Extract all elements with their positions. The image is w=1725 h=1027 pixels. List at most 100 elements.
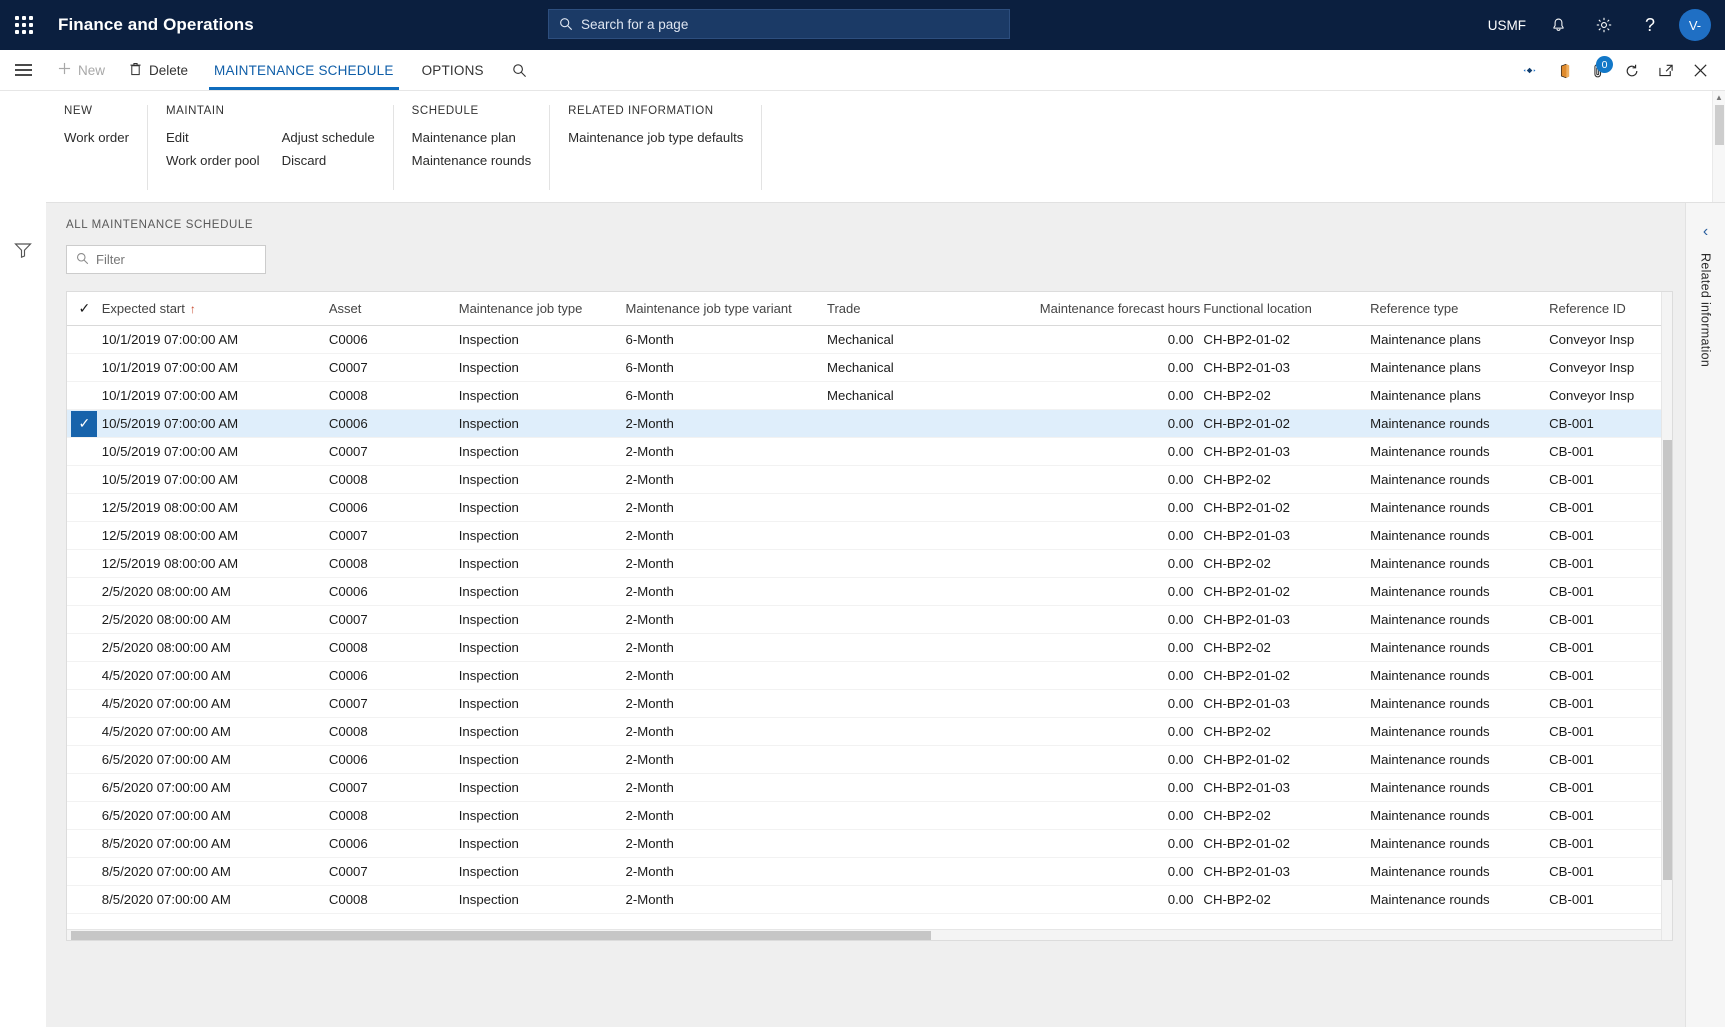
delete-button[interactable]: Delete [117, 50, 200, 90]
ribbon-item-adjust-schedule[interactable]: Adjust schedule [282, 130, 375, 145]
table-row[interactable]: 2/5/2020 08:00:00 AM C0008 Inspection 2-Mon… [67, 633, 1672, 662]
table-row[interactable]: 8/5/2020 07:00:00 AM C0006 Inspection 2-Mon… [67, 829, 1672, 858]
table-row[interactable]: 10/1/2019 07:00:00 AM C0006 Inspection 6-Mo… [67, 325, 1672, 354]
table-row[interactable]: 10/1/2019 07:00:00 AM C0007 Inspection 6-Mo… [67, 353, 1672, 382]
office-app-icon[interactable] [1547, 50, 1581, 91]
row-select-checkbox[interactable] [67, 745, 102, 774]
column-header-maintenance-job-type[interactable]: Maintenance job type [458, 292, 626, 326]
ribbon-item-discard[interactable]: Discard [282, 153, 375, 168]
row-select-checkbox[interactable] [67, 521, 102, 550]
open-in-new-window-icon[interactable] [1649, 50, 1683, 91]
company-selector[interactable]: USMF [1479, 0, 1535, 50]
table-row[interactable]: 2/5/2020 08:00:00 AM C0007 Inspection 2-Mon… [67, 605, 1672, 634]
cell-reference-id: Conveyor Insp [1549, 353, 1672, 382]
cell-text: 0.00 [1167, 752, 1194, 767]
cell-text: Maintenance rounds [1370, 724, 1490, 739]
ribbon-item-maintenance-job-type-defaults[interactable]: Maintenance job type defaults [568, 130, 743, 145]
column-header-asset[interactable]: Asset [328, 292, 459, 326]
row-select-checkbox[interactable] [67, 857, 102, 886]
cell-maintenance-forecast-hours: 0.00 [1039, 325, 1204, 354]
row-select-checkbox[interactable] [67, 605, 102, 634]
filter-input[interactable]: Filter [66, 245, 266, 274]
column-header-trade[interactable]: Trade [827, 292, 1040, 326]
ribbon-item-maintenance-plan[interactable]: Maintenance plan [412, 130, 532, 145]
column-header-reference-type[interactable]: Reference type [1370, 292, 1550, 326]
table-row[interactable]: 4/5/2020 07:00:00 AM C0007 Inspection 2-Mon… [67, 689, 1672, 718]
column-header-expected-start[interactable]: Expected start ↑ [101, 292, 329, 326]
table-row[interactable]: 6/5/2020 07:00:00 AM C0007 Inspection 2-Mon… [67, 773, 1672, 802]
table-row[interactable]: 6/5/2020 07:00:00 AM C0006 Inspection 2-Mon… [67, 745, 1672, 774]
row-select-checkbox[interactable] [67, 717, 102, 746]
table-row[interactable]: 12/5/2019 08:00:00 AM C0006 Inspection 2-Mo… [67, 493, 1672, 522]
gear-icon[interactable] [1581, 0, 1627, 50]
row-select-checkbox[interactable] [67, 633, 102, 662]
grid-horizontal-scrollbar[interactable] [67, 929, 1661, 940]
ribbon-item-work-order-pool[interactable]: Work order pool [166, 153, 260, 168]
table-row[interactable]: 4/5/2020 07:00:00 AM C0008 Inspection 2-Mon… [67, 717, 1672, 746]
ribbon-item-edit[interactable]: Edit [166, 130, 260, 145]
cell-maintenance-job-type: Inspection [458, 829, 626, 858]
table-row[interactable]: 6/5/2020 07:00:00 AM C0008 Inspection 2-Mon… [67, 801, 1672, 830]
row-select-checkbox[interactable] [67, 773, 102, 802]
page-scroll-up-arrow[interactable]: ▲ [1713, 91, 1725, 104]
select-all-checkbox[interactable]: ✓ [67, 292, 102, 326]
grid-horizontal-scroll-thumb[interactable] [71, 931, 931, 940]
column-header-reference-id[interactable]: Reference ID [1549, 292, 1672, 326]
table-row[interactable]: 10/1/2019 07:00:00 AM C0008 Inspection 6-Mo… [67, 381, 1672, 410]
row-select-checkbox[interactable] [67, 829, 102, 858]
question-icon[interactable]: ? [1627, 0, 1673, 50]
cell-reference-id: CB-001 [1549, 661, 1672, 690]
table-row[interactable]: 8/5/2020 07:00:00 AM C0008 Inspection 2-Mon… [67, 885, 1672, 914]
column-header-maintenance-job-type-variant[interactable]: Maintenance job type variant [625, 292, 827, 326]
grid-vertical-scroll-thumb[interactable] [1663, 440, 1672, 880]
row-select-checkbox[interactable] [67, 885, 102, 914]
column-header-maintenance-forecast-hours[interactable]: Maintenance forecast hours [1039, 292, 1204, 326]
bell-icon[interactable] [1535, 0, 1581, 50]
row-select-checkbox[interactable] [67, 381, 102, 410]
tab-maintenance-schedule[interactable]: MAINTENANCE SCHEDULE [200, 50, 408, 90]
cell-reference-type: Maintenance rounds [1370, 745, 1550, 774]
cell-text: 2-Month [625, 780, 674, 795]
action-pane-search-icon[interactable] [498, 50, 541, 90]
row-select-checkbox[interactable] [67, 661, 102, 690]
page-scroll-thumb[interactable] [1715, 105, 1724, 145]
grid-vertical-scrollbar[interactable] [1661, 292, 1672, 940]
table-row[interactable]: 4/5/2020 07:00:00 AM C0006 Inspection 2-Mon… [67, 661, 1672, 690]
avatar[interactable]: V- [1679, 9, 1711, 41]
column-header-functional-location[interactable]: Functional location [1203, 292, 1371, 326]
filter-pane-icon[interactable] [8, 235, 38, 265]
new-button[interactable]: New [46, 50, 117, 90]
ribbon-item-work-order[interactable]: Work order [64, 130, 129, 145]
row-select-checkbox[interactable] [67, 689, 102, 718]
chevron-left-icon[interactable]: ‹ [1703, 223, 1708, 241]
row-select-checkbox[interactable] [67, 549, 102, 578]
table-row[interactable]: 12/5/2019 08:00:00 AM C0007 Inspection 2-Mo… [67, 521, 1672, 550]
table-row[interactable]: 10/5/2019 07:00:00 AM C0008 Inspection 2-Mo… [67, 465, 1672, 494]
cell-reference-id: CB-001 [1549, 885, 1672, 914]
table-row[interactable]: 12/5/2019 08:00:00 AM C0008 Inspection 2-Mo… [67, 549, 1672, 578]
share-flow-icon[interactable] [1513, 50, 1547, 91]
row-select-checkbox[interactable] [67, 325, 102, 354]
row-select-checkbox[interactable] [67, 493, 102, 522]
tab-options[interactable]: OPTIONS [408, 50, 498, 90]
cell-text: CB-001 [1549, 892, 1594, 907]
related-information-label[interactable]: Related information [1699, 253, 1713, 367]
refresh-icon[interactable] [1615, 50, 1649, 91]
row-select-checkbox[interactable] [67, 801, 102, 830]
close-icon[interactable] [1683, 50, 1717, 91]
table-row[interactable]: 2/5/2020 08:00:00 AM C0006 Inspection 2-Mon… [67, 577, 1672, 606]
row-select-checkbox[interactable]: ✓ [67, 409, 102, 438]
attachments-icon[interactable]: 0 [1581, 50, 1615, 91]
ribbon-item-maintenance-rounds[interactable]: Maintenance rounds [412, 153, 532, 168]
table-row[interactable]: 8/5/2020 07:00:00 AM C0007 Inspection 2-Mon… [67, 857, 1672, 886]
app-launcher-icon[interactable] [0, 0, 48, 50]
row-select-checkbox[interactable] [67, 577, 102, 606]
navigation-menu-icon[interactable] [0, 50, 46, 90]
row-select-checkbox[interactable] [67, 437, 102, 466]
page-scrollbar[interactable]: ▲ [1712, 91, 1725, 202]
table-row[interactable]: ✓ 10/5/2019 07:00:00 AM C0006 Inspection 2-M… [67, 409, 1672, 438]
table-row[interactable]: 10/5/2019 07:00:00 AM C0007 Inspection 2-Mo… [67, 437, 1672, 466]
row-select-checkbox[interactable] [67, 353, 102, 382]
global-search-input[interactable]: Search for a page [548, 9, 1010, 39]
row-select-checkbox[interactable] [67, 465, 102, 494]
